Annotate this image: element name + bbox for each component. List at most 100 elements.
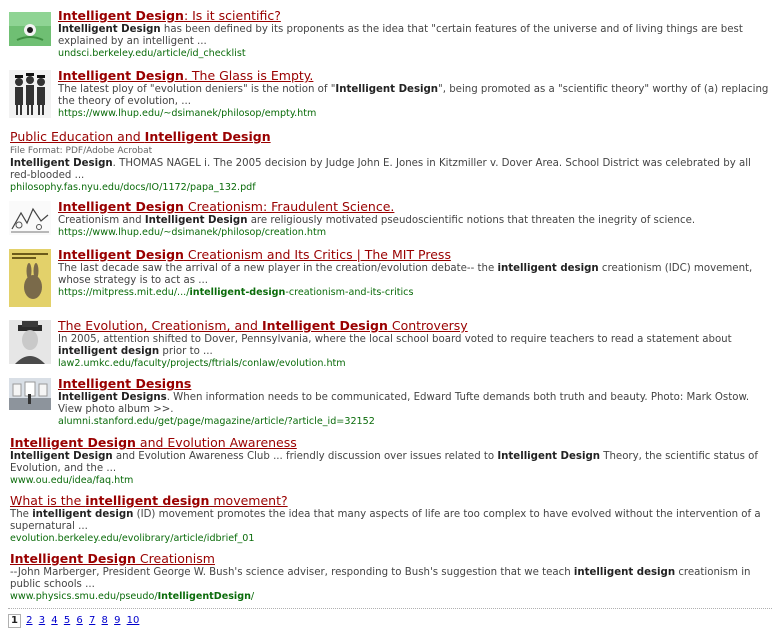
result-title-link[interactable]: Intelligent Design and Evolution Awarene… bbox=[10, 435, 770, 450]
result-url[interactable]: www.ou.edu/idea/faq.htm bbox=[10, 475, 770, 487]
result-snippet: In 2005, attention shifted to Dover, Pen… bbox=[58, 334, 770, 358]
result-snippet: --John Marberger, President George W. Bu… bbox=[10, 567, 770, 591]
text-segment: Creationism and bbox=[58, 215, 145, 226]
result-snippet: The latest ploy of "evolution deniers" i… bbox=[58, 84, 770, 108]
result-title-link[interactable]: The Evolution, Creationism, and Intellig… bbox=[58, 318, 770, 333]
page-link[interactable]: 6 bbox=[76, 615, 82, 626]
highlighted-term: intelligent design bbox=[573, 567, 676, 578]
result-snippet: Intelligent Design and Evolution Awarene… bbox=[10, 451, 770, 475]
result-snippet: Creationism and Intelligent Design are r… bbox=[58, 215, 770, 227]
result-body: Intelligent Designs Intelligent Designs.… bbox=[58, 376, 770, 428]
text-segment: --John Marberger, President George W. Bu… bbox=[10, 567, 574, 578]
result-url[interactable]: https://mitpress.mit.edu/.../intelligent… bbox=[58, 287, 770, 299]
result-body: Intelligent Design Creationism --John Ma… bbox=[10, 551, 770, 603]
file-format-label: File Format: PDF/Adobe Acrobat bbox=[10, 146, 153, 156]
highlighted-term: intelligent design bbox=[85, 493, 210, 508]
text-segment: evolution.berkeley.edu/evolibrary/articl… bbox=[10, 533, 255, 544]
text-segment: https://www.lhup.edu/~dsimanek/philosop/… bbox=[58, 108, 317, 119]
highlighted-term: IntelligentDesign bbox=[157, 591, 251, 602]
text-segment: https://mitpress.mit.edu/.../ bbox=[58, 287, 190, 298]
green-creature-thumbnail[interactable] bbox=[9, 12, 51, 46]
text-segment: Creationism and Its Critics | The MIT Pr… bbox=[183, 247, 451, 262]
page-link[interactable]: 8 bbox=[102, 615, 108, 626]
text-segment: -creationism-and-its-critics bbox=[285, 287, 414, 298]
result-body: Intelligent Design. The Glass is Empty. … bbox=[58, 68, 770, 120]
page-link[interactable]: 2 bbox=[26, 615, 32, 626]
result-title-link[interactable]: What is the intelligent design movement? bbox=[10, 493, 770, 508]
result-title-link[interactable]: Intelligent Design Creationism and Its C… bbox=[58, 247, 770, 262]
highlighted-term: Intelligent Design bbox=[335, 84, 439, 95]
portrait-photo-thumbnail[interactable] bbox=[9, 320, 51, 364]
result-snippet: The last decade saw the arrival of a new… bbox=[58, 263, 770, 287]
result-url[interactable]: alumni.stanford.edu/get/page/magazine/ar… bbox=[58, 416, 770, 428]
result-title-link[interactable]: Intelligent Design Creationism: Fraudule… bbox=[58, 199, 770, 214]
highlighted-term: Intelligent Design bbox=[58, 68, 184, 83]
highlighted-term: Intelligent Designs bbox=[58, 376, 192, 391]
result-title-link[interactable]: Public Education and Intelligent Design bbox=[10, 129, 770, 144]
three-figures-thumbnail[interactable] bbox=[9, 70, 51, 118]
text-segment: movement? bbox=[209, 493, 288, 508]
result-title-link[interactable]: Intelligent Design. The Glass is Empty. bbox=[58, 68, 770, 83]
pagination-divider bbox=[8, 608, 772, 609]
text-segment: The bbox=[10, 509, 33, 520]
result-url[interactable]: undsci.berkeley.edu/article/id_checklist bbox=[58, 48, 770, 60]
page-current: 1 bbox=[8, 614, 21, 628]
result-title-link[interactable]: Intelligent Design: Is it scientific? bbox=[58, 8, 770, 23]
result-title-link[interactable]: Intelligent Designs bbox=[58, 376, 770, 391]
text-segment: In 2005, attention shifted to Dover, Pen… bbox=[58, 334, 732, 345]
result-body: What is the intelligent design movement?… bbox=[10, 493, 770, 545]
text-segment: alumni.stanford.edu/get/page/magazine/ar… bbox=[58, 416, 375, 427]
text-segment: The latest ploy of "evolution deniers" i… bbox=[58, 84, 336, 95]
text-segment: Controversy bbox=[387, 318, 468, 333]
text-segment: . The Glass is Empty. bbox=[183, 68, 314, 83]
highlighted-term: Intelligent Design bbox=[10, 435, 136, 450]
text-segment: The Evolution, Creationism, and bbox=[58, 318, 262, 333]
text-segment: / bbox=[250, 591, 255, 602]
highlighted-term: Intelligent Design bbox=[261, 318, 388, 333]
result-snippet: Intelligent Design has been defined by i… bbox=[58, 24, 770, 48]
highlighted-term: Intelligent Design bbox=[144, 129, 271, 144]
text-segment: What is the bbox=[10, 493, 86, 508]
text-segment: www.ou.edu/idea/faq.htm bbox=[10, 475, 134, 486]
result-body: Intelligent Design Creationism: Fraudule… bbox=[58, 199, 770, 239]
result-body: The Evolution, Creationism, and Intellig… bbox=[58, 318, 770, 370]
gallery-photo-thumbnail[interactable] bbox=[9, 378, 51, 410]
highlighted-term: Intelligent Design bbox=[58, 247, 184, 262]
page-link[interactable]: 3 bbox=[39, 615, 45, 626]
result-url[interactable]: evolution.berkeley.edu/evolibrary/articl… bbox=[10, 533, 770, 545]
text-segment: Creationism: Fraudulent Science. bbox=[183, 199, 395, 214]
text-segment: has been defined by its proponents as th… bbox=[58, 24, 743, 47]
result-url[interactable]: https://www.lhup.edu/~dsimanek/philosop/… bbox=[58, 227, 770, 239]
page-link[interactable]: 4 bbox=[51, 615, 57, 626]
result-title-link[interactable]: Intelligent Design Creationism bbox=[10, 551, 770, 566]
cartoon-sketch-thumbnail[interactable] bbox=[9, 201, 51, 235]
text-segment: are religiously motivated pseudoscientif… bbox=[247, 215, 696, 226]
highlighted-term: Intelligent Designs bbox=[58, 392, 167, 403]
text-segment: and Evolution Awareness bbox=[135, 435, 297, 450]
highlighted-term: Intelligent Design bbox=[497, 451, 601, 462]
page-link[interactable]: 10 bbox=[127, 615, 140, 626]
text-segment: law2.umkc.edu/faculty/projects/ftrials/c… bbox=[58, 358, 346, 369]
highlighted-term: intelligent design bbox=[32, 509, 134, 520]
highlighted-term: Intelligent Design bbox=[58, 8, 184, 23]
page-link[interactable]: 7 bbox=[89, 615, 95, 626]
result-url[interactable]: https://www.lhup.edu/~dsimanek/philosop/… bbox=[58, 108, 770, 120]
highlighted-term: Intelligent Design bbox=[10, 451, 113, 462]
text-segment: Public Education and bbox=[10, 129, 145, 144]
result-body: Intelligent Design Creationism and Its C… bbox=[58, 247, 770, 299]
text-segment: . THOMAS NAGEL i. The 2005 decision by J… bbox=[10, 158, 751, 181]
highlighted-term: Intelligent Design bbox=[58, 199, 184, 214]
result-url[interactable]: philosophy.fas.nyu.edu/docs/IO/1172/papa… bbox=[10, 182, 770, 194]
page-link[interactable]: 5 bbox=[64, 615, 70, 626]
highlighted-term: intelligent design bbox=[497, 263, 599, 274]
text-segment: and Evolution Awareness Club ... friendl… bbox=[112, 451, 498, 462]
result-snippet: Intelligent Design. THOMAS NAGEL i. The … bbox=[10, 158, 770, 182]
page-link[interactable]: 9 bbox=[114, 615, 120, 626]
highlighted-term: intelligent-design bbox=[189, 287, 286, 298]
text-segment: prior to ... bbox=[159, 346, 213, 357]
highlighted-term: Intelligent Design bbox=[144, 215, 248, 226]
result-url[interactable]: law2.umkc.edu/faculty/projects/ftrials/c… bbox=[58, 358, 770, 370]
text-segment: : Is it scientific? bbox=[183, 8, 281, 23]
book-cover-thumbnail[interactable] bbox=[9, 249, 51, 307]
result-url[interactable]: www.physics.smu.edu/pseudo/IntelligentDe… bbox=[10, 591, 770, 603]
